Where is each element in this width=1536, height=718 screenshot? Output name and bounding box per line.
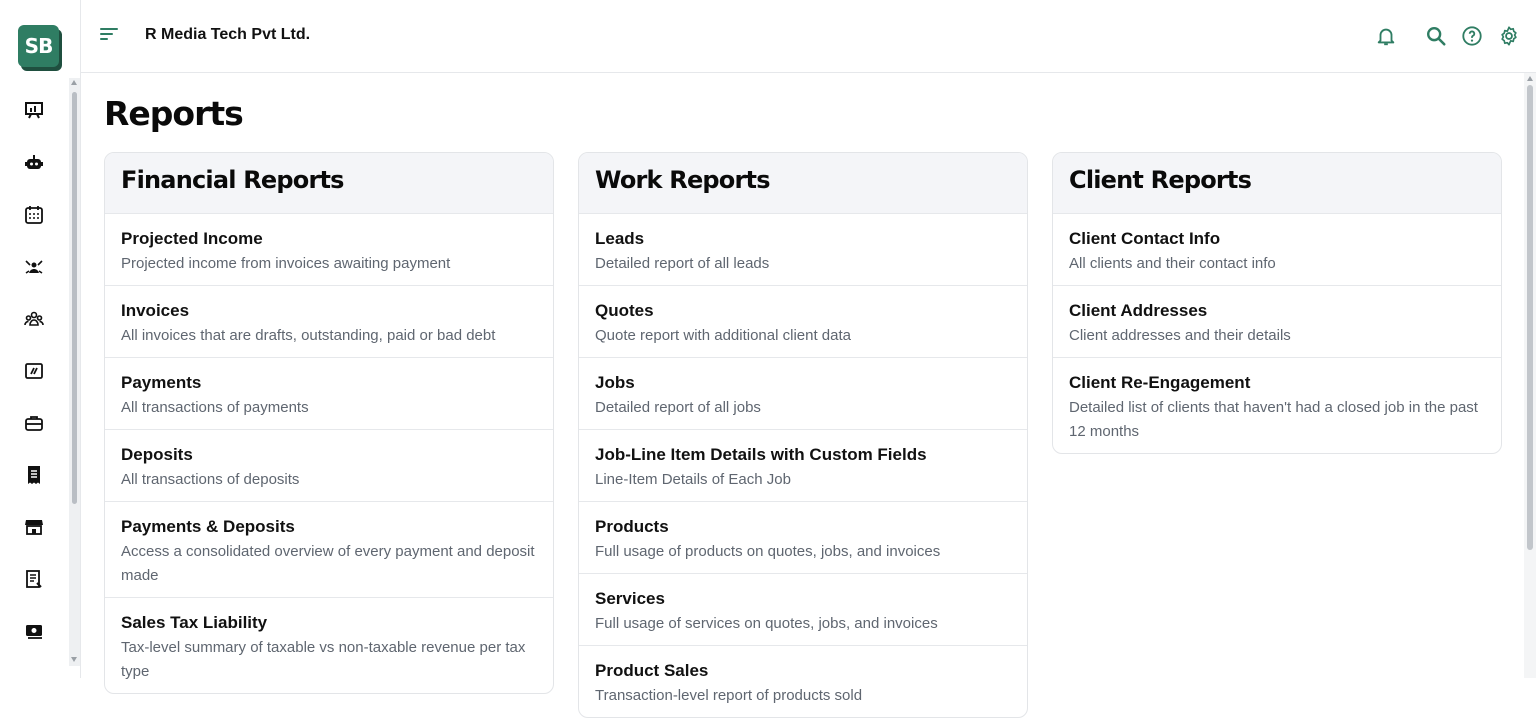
report-item[interactable]: Deposits All transactions of deposits bbox=[105, 429, 553, 501]
report-title: Payments bbox=[121, 373, 202, 392]
report-item[interactable]: Product Sales Transaction-level report o… bbox=[579, 645, 1027, 717]
scroll-up-arrow[interactable] bbox=[1527, 76, 1533, 81]
report-title: Client Addresses bbox=[1069, 301, 1208, 320]
report-title: Sales Tax Liability bbox=[121, 613, 268, 632]
company-name: R Media Tech Pvt Ltd. bbox=[145, 26, 311, 43]
money-icon[interactable] bbox=[23, 620, 45, 642]
report-description: Access a consolidated overview of every … bbox=[121, 543, 535, 584]
report-title: Jobs bbox=[595, 373, 635, 392]
receipt-icon[interactable] bbox=[23, 464, 45, 486]
briefcase-icon[interactable] bbox=[23, 412, 45, 434]
scrollbar-thumb[interactable] bbox=[72, 92, 77, 504]
search-icon[interactable] bbox=[1424, 24, 1448, 48]
sidebar: SB bbox=[0, 0, 70, 678]
report-item[interactable]: Payments All transactions of payments bbox=[105, 357, 553, 429]
card-title: Financial Reports bbox=[121, 166, 344, 194]
card-header: Work Reports bbox=[579, 153, 1027, 213]
report-title: Product Sales bbox=[595, 661, 709, 680]
card-title: Work Reports bbox=[595, 166, 770, 194]
menu-toggle-button[interactable] bbox=[100, 28, 118, 42]
team-icon[interactable] bbox=[23, 256, 45, 278]
report-description: Detailed list of clients that haven't ha… bbox=[1069, 399, 1478, 440]
report-description: Full usage of products on quotes, jobs, … bbox=[595, 543, 941, 560]
page-title: Reports bbox=[104, 94, 244, 133]
scroll-down-arrow[interactable] bbox=[71, 657, 77, 662]
report-description: Line-Item Details of Each Job bbox=[595, 471, 791, 488]
sidebar-divider bbox=[80, 0, 81, 678]
main-scrollbar[interactable] bbox=[1524, 73, 1536, 678]
report-description: Detailed report of all jobs bbox=[595, 399, 761, 416]
analytics-icon[interactable] bbox=[23, 360, 45, 382]
report-item[interactable]: Client Addresses Client addresses and th… bbox=[1053, 285, 1501, 357]
report-item[interactable]: Projected Income Projected income from i… bbox=[105, 213, 553, 285]
bell-icon[interactable] bbox=[1374, 24, 1398, 48]
report-description: Detailed report of all leads bbox=[595, 255, 770, 272]
calendar-icon[interactable] bbox=[23, 204, 45, 226]
logo-mark: SB bbox=[18, 25, 59, 67]
report-title: Deposits bbox=[121, 445, 193, 464]
app-logo[interactable]: SB bbox=[18, 25, 63, 72]
financial-reports-card: Financial Reports Projected Income Proje… bbox=[104, 152, 554, 694]
dashboard-icon[interactable] bbox=[23, 99, 45, 121]
scrollbar-thumb[interactable] bbox=[1527, 85, 1533, 550]
report-description: Projected income from invoices awaiting … bbox=[121, 255, 451, 272]
sidebar-scrollbar[interactable] bbox=[69, 78, 80, 666]
document-icon[interactable] bbox=[23, 568, 45, 590]
store-icon[interactable] bbox=[23, 516, 45, 538]
report-description: Tax-level summary of taxable vs non-taxa… bbox=[121, 639, 526, 680]
report-title: Leads bbox=[595, 229, 645, 248]
client-reports-card: Client Reports Client Contact Info All c… bbox=[1052, 152, 1502, 454]
report-item[interactable]: Client Contact Info All clients and thei… bbox=[1053, 213, 1501, 285]
report-description: Transaction-level report of products sol… bbox=[595, 687, 863, 704]
report-title: Services bbox=[595, 589, 665, 608]
report-item[interactable]: Leads Detailed report of all leads bbox=[579, 213, 1027, 285]
card-header: Client Reports bbox=[1053, 153, 1501, 213]
report-title: Projected Income bbox=[121, 229, 263, 248]
report-description: Client addresses and their details bbox=[1069, 327, 1291, 344]
clients-icon[interactable] bbox=[23, 308, 45, 330]
report-title: Invoices bbox=[121, 301, 190, 320]
report-description: All clients and their contact info bbox=[1069, 255, 1276, 272]
report-item[interactable]: Job-Line Item Details with Custom Fields… bbox=[579, 429, 1027, 501]
report-title: Client Contact Info bbox=[1069, 229, 1221, 248]
report-description: Full usage of services on quotes, jobs, … bbox=[595, 615, 938, 632]
report-description: Quote report with additional client data bbox=[595, 327, 851, 344]
card-header: Financial Reports bbox=[105, 153, 553, 213]
robot-icon[interactable] bbox=[23, 152, 45, 174]
report-item[interactable]: Jobs Detailed report of all jobs bbox=[579, 357, 1027, 429]
report-item[interactable]: Sales Tax Liability Tax-level summary of… bbox=[105, 597, 553, 693]
help-icon[interactable] bbox=[1460, 24, 1484, 48]
report-title: Products bbox=[595, 517, 669, 536]
report-item[interactable]: Payments & Deposits Access a consolidate… bbox=[105, 501, 553, 597]
card-title: Client Reports bbox=[1069, 166, 1252, 194]
report-description: All transactions of payments bbox=[121, 399, 309, 416]
top-bar: R Media Tech Pvt Ltd. bbox=[81, 0, 1536, 73]
report-title: Payments & Deposits bbox=[121, 517, 295, 536]
report-description: All transactions of deposits bbox=[121, 471, 300, 488]
report-title: Quotes bbox=[595, 301, 654, 320]
report-description: All invoices that are drafts, outstandin… bbox=[121, 327, 496, 344]
report-item[interactable]: Products Full usage of products on quote… bbox=[579, 501, 1027, 573]
scroll-up-arrow[interactable] bbox=[71, 80, 77, 85]
gear-icon[interactable] bbox=[1497, 24, 1521, 48]
report-title: Client Re-Engagement bbox=[1069, 373, 1251, 392]
report-item[interactable]: Client Re-Engagement Detailed list of cl… bbox=[1053, 357, 1501, 453]
report-item[interactable]: Quotes Quote report with additional clie… bbox=[579, 285, 1027, 357]
report-title: Job-Line Item Details with Custom Fields bbox=[595, 445, 927, 464]
report-item[interactable]: Invoices All invoices that are drafts, o… bbox=[105, 285, 553, 357]
report-item[interactable]: Services Full usage of services on quote… bbox=[579, 573, 1027, 645]
work-reports-card: Work Reports Leads Detailed report of al… bbox=[578, 152, 1028, 718]
